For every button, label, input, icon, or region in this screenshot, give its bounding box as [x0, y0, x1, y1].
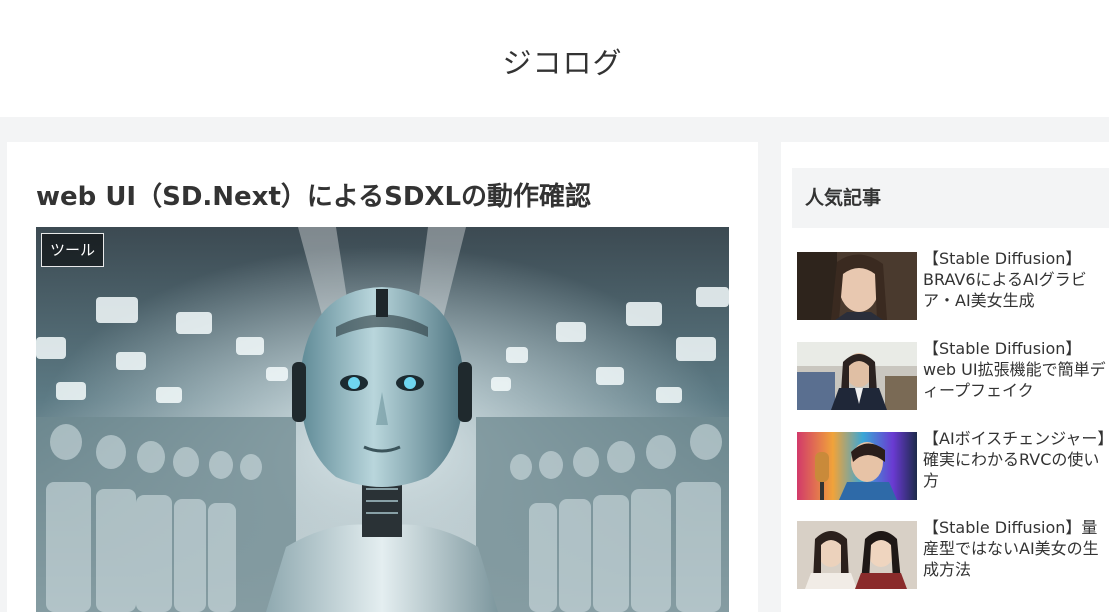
popular-post-item[interactable]: 【Stable Diffusion】web UI拡張機能で簡単ディープフェイク — [797, 339, 1109, 412]
popular-post-item[interactable]: 【Stable Diffusion】量産型ではないAI美女の生成方法 — [797, 518, 1109, 591]
popular-post-title[interactable]: 【Stable Diffusion】web UI拡張機能で簡単ディープフェイク — [923, 338, 1107, 401]
article-eyecatch-image[interactable]: ツール — [36, 227, 729, 612]
popular-post-thumbnail[interactable] — [797, 342, 917, 410]
main-content: web UI（SD.Next）によるSDXLの動作確認 ツール — [7, 142, 758, 612]
popular-post-item[interactable]: 【Stable Diffusion】BRAV6によるAIグラビア・AI美女生成 — [797, 249, 1109, 322]
popular-post-item[interactable]: 【AIボイスチェンジャー】確実にわかるRVCの使い方 — [797, 429, 1109, 502]
popular-post-title[interactable]: 【Stable Diffusion】BRAV6によるAIグラビア・AI美女生成 — [923, 248, 1107, 311]
article-title[interactable]: web UI（SD.Next）によるSDXLの動作確認 — [36, 176, 591, 213]
popular-post-thumbnail[interactable] — [797, 432, 917, 500]
category-label[interactable]: ツール — [41, 233, 105, 267]
popular-posts-title: 人気記事 — [792, 168, 1109, 228]
site-header: ジコログ — [0, 0, 1109, 117]
popular-post-thumbnail[interactable] — [797, 252, 917, 320]
popular-post-thumbnail[interactable] — [797, 521, 917, 589]
robot-illustration — [36, 227, 729, 612]
popular-post-title[interactable]: 【AIボイスチェンジャー】確実にわかるRVCの使い方 — [923, 428, 1107, 491]
site-title[interactable]: ジコログ — [0, 40, 1109, 82]
popular-post-title[interactable]: 【Stable Diffusion】量産型ではないAI美女の生成方法 — [923, 517, 1107, 580]
sidebar: 人気記事 【Stable Diffusion】BRAV6によるAIグラビア・AI… — [781, 142, 1109, 612]
